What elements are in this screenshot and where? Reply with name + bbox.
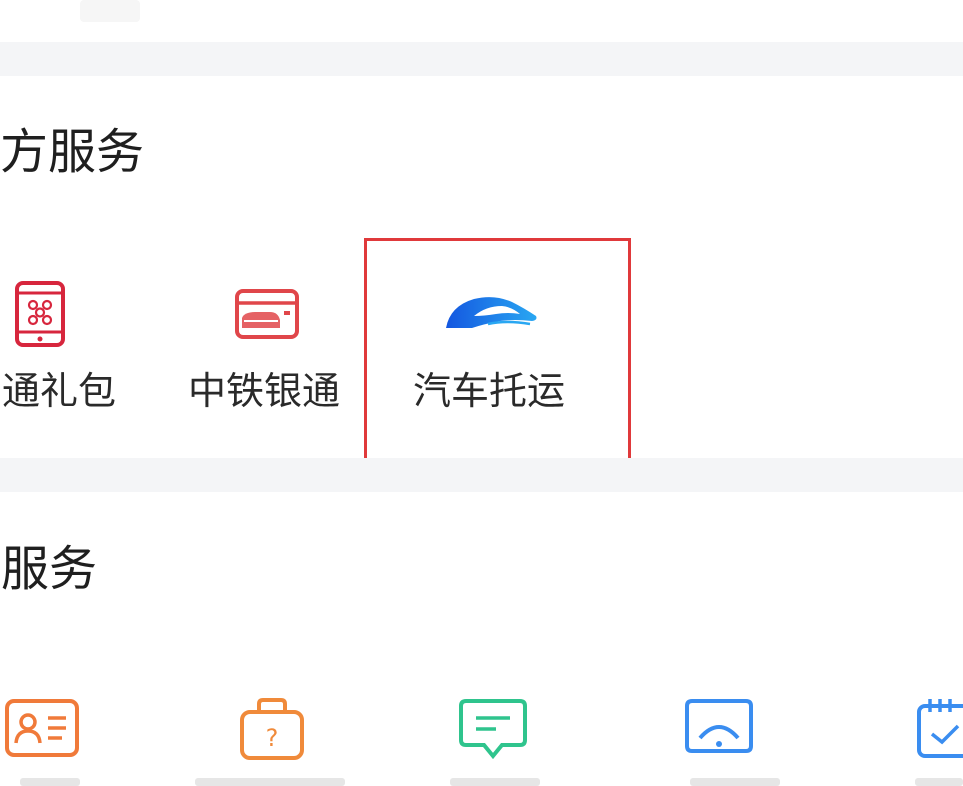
svg-text:?: ? — [266, 724, 279, 752]
section-title-third-party: 三方服务 — [0, 124, 145, 180]
warm-item-id-card[interactable] — [0, 690, 90, 786]
railway-card-icon — [235, 289, 299, 339]
cutoff-label — [20, 778, 80, 786]
service-label-unicom: 通礼包 — [2, 369, 117, 413]
service-item-car-shipping[interactable]: 汽车托运 — [368, 270, 628, 430]
car-icon — [446, 297, 537, 328]
cutoff-label — [195, 778, 345, 786]
warm-item-wifi-screen[interactable] — [674, 690, 774, 786]
section-divider — [0, 42, 963, 76]
cutoff-label — [450, 778, 540, 786]
cutoff-label — [690, 778, 780, 786]
service-label-railway-bank: 中铁银通 — [188, 369, 341, 413]
section-divider — [0, 458, 963, 492]
top-ghost-item — [80, 0, 140, 22]
message-icon — [459, 699, 527, 760]
lost-found-icon: ? — [240, 698, 304, 760]
warm-item-calendar[interactable] — [900, 690, 963, 786]
service-item-railway-bank[interactable]: 中铁银通 — [180, 270, 360, 430]
calendar-check-icon — [917, 699, 963, 758]
service-item-unicom[interactable]: 通礼包 — [0, 270, 150, 430]
wifi-screen-icon — [685, 699, 753, 753]
warm-item-message[interactable] — [448, 690, 548, 786]
warm-item-lost-found[interactable]: ? — [225, 690, 325, 786]
unicom-phone-icon — [15, 281, 65, 347]
section-title-warm: 馨服务 — [0, 541, 98, 597]
cutoff-label — [915, 778, 963, 786]
id-card-icon — [5, 699, 79, 757]
service-label-car-shipping: 汽车托运 — [413, 369, 566, 413]
